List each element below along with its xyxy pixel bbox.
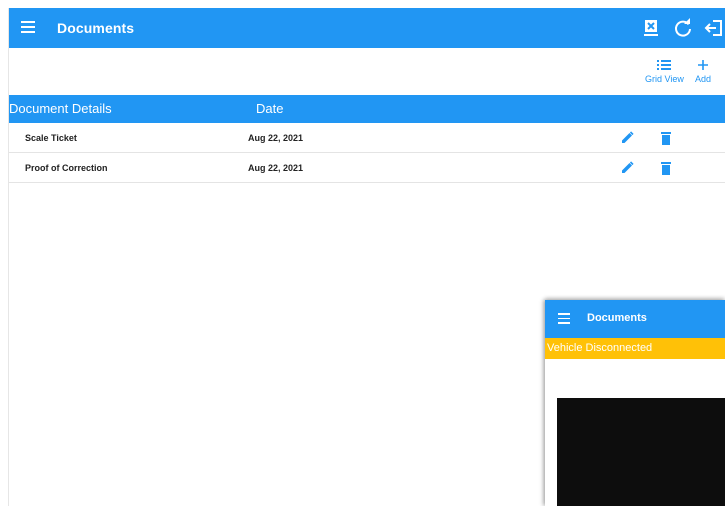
logout-icon[interactable] [703, 16, 725, 40]
table-row[interactable]: Scale Ticket Aug 22, 2021 [9, 123, 725, 153]
list-icon [645, 56, 684, 74]
page-title: Documents [57, 20, 135, 36]
grid-view-button[interactable]: Grid View [645, 56, 684, 84]
add-label: Add [695, 74, 712, 84]
inset-screenshot: Documents Vehicle Disconnected [545, 300, 725, 506]
refresh-icon[interactable] [671, 16, 695, 40]
toolbar: Grid View Add [9, 48, 725, 95]
table-header: Document Details Date [9, 95, 725, 123]
plus-icon [695, 56, 711, 74]
grid-view-label: Grid View [645, 74, 684, 84]
menu-icon[interactable] [21, 21, 35, 35]
column-header-document-details: Document Details [9, 101, 112, 116]
document-date: Aug 22, 2021 [248, 133, 304, 143]
menu-icon [558, 313, 570, 327]
delete-icon[interactable] [660, 161, 672, 175]
document-name: Proof of Correction [25, 163, 108, 173]
add-button[interactable]: Add [695, 56, 711, 84]
document-date: Aug 22, 2021 [248, 163, 304, 173]
table-row[interactable]: Proof of Correction Aug 22, 2021 [9, 153, 725, 183]
column-header-date: Date [256, 101, 284, 116]
document-name: Scale Ticket [25, 133, 77, 143]
edit-icon[interactable] [621, 131, 634, 144]
vehicle-disconnected-banner: Vehicle Disconnected [545, 338, 725, 359]
scanner-icon[interactable] [639, 16, 663, 40]
inset-title: Documents [587, 312, 647, 324]
delete-icon[interactable] [660, 131, 672, 145]
camera-preview [557, 398, 725, 506]
edit-icon[interactable] [621, 161, 634, 174]
app-bar: Documents [9, 8, 725, 48]
inset-app-bar: Documents [545, 300, 725, 338]
